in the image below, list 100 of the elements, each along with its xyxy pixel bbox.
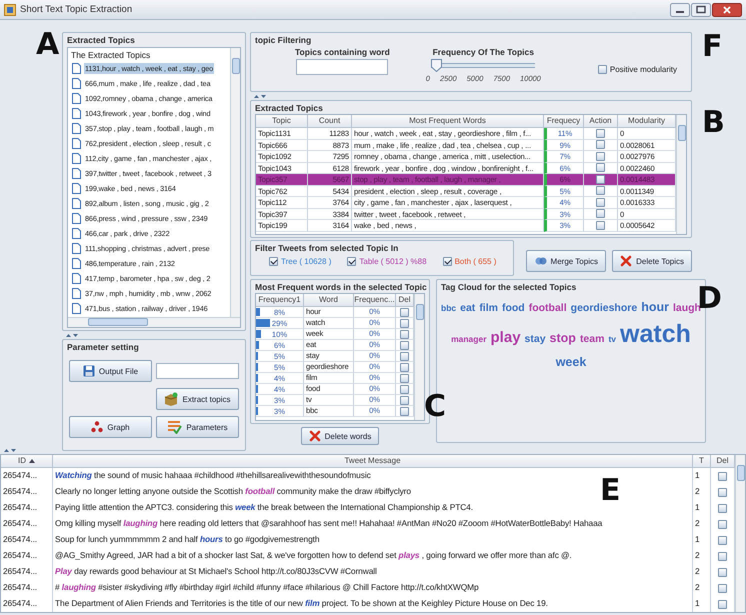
document-icon bbox=[72, 93, 81, 104]
scrollbar[interactable] bbox=[735, 455, 745, 612]
close-icon[interactable] bbox=[712, 2, 742, 16]
checkbox[interactable] bbox=[400, 340, 409, 350]
tag-word[interactable]: manager bbox=[451, 334, 487, 344]
table-cell: 2 bbox=[693, 516, 711, 532]
tag-word[interactable]: laugh bbox=[672, 302, 701, 314]
checkbox[interactable] bbox=[400, 374, 409, 382]
checkbox[interactable] bbox=[596, 140, 605, 150]
tag-word[interactable]: geordieshore bbox=[570, 302, 638, 314]
column-header[interactable]: Del bbox=[711, 455, 735, 468]
column-header[interactable]: T bbox=[693, 455, 711, 468]
document-icon bbox=[72, 123, 81, 134]
checkbox[interactable] bbox=[400, 406, 409, 416]
checkbox[interactable] bbox=[718, 472, 727, 480]
checkbox[interactable] bbox=[596, 128, 605, 138]
checkbox[interactable] bbox=[400, 318, 409, 328]
checkbox[interactable] bbox=[598, 65, 607, 74]
checkbox[interactable] bbox=[400, 352, 409, 360]
column-header[interactable]: Del bbox=[396, 294, 414, 307]
column-header[interactable]: Word bbox=[304, 294, 354, 307]
text-field[interactable] bbox=[296, 59, 388, 75]
tag-word[interactable]: stop bbox=[550, 331, 576, 345]
column-header[interactable]: Action bbox=[584, 115, 618, 128]
minimize-icon[interactable] bbox=[670, 2, 690, 16]
callout-letter: A bbox=[36, 30, 60, 60]
table-cell: Paying little attention the APTC3. considering this week the break between the International Championship & PTC4. bbox=[53, 500, 693, 516]
document-icon bbox=[72, 153, 81, 164]
checkbox[interactable] bbox=[400, 384, 409, 394]
splitter-arrows-icon[interactable] bbox=[254, 94, 266, 98]
checkbox[interactable] bbox=[718, 584, 727, 592]
checkbox[interactable] bbox=[400, 308, 409, 316]
column-header[interactable]: ID bbox=[1, 455, 53, 468]
text-field[interactable] bbox=[156, 363, 239, 379]
tag-word[interactable]: bbc bbox=[441, 303, 456, 313]
checkbox[interactable] bbox=[718, 520, 727, 528]
button[interactable]: Graph bbox=[69, 416, 152, 438]
checkbox[interactable] bbox=[718, 568, 727, 576]
tag-word[interactable]: football bbox=[528, 302, 567, 314]
tag-word[interactable]: food bbox=[502, 302, 525, 314]
column-header[interactable]: Most Frequent Words bbox=[352, 115, 544, 128]
slider-thumb[interactable] bbox=[431, 59, 442, 72]
document-icon bbox=[72, 243, 81, 254]
button[interactable]: Output File bbox=[69, 360, 152, 382]
scrollbar[interactable] bbox=[676, 115, 686, 234]
tag-word[interactable]: eat bbox=[460, 302, 476, 314]
panel-title: Tag Cloud for the selected Topics bbox=[441, 282, 576, 292]
checkbox[interactable] bbox=[718, 600, 727, 608]
checkbox[interactable] bbox=[718, 504, 727, 512]
column-header[interactable]: Modularity bbox=[618, 115, 676, 128]
tag-word[interactable]: hour bbox=[641, 300, 669, 314]
table-cell: 265474... bbox=[1, 484, 53, 500]
tag-word[interactable]: week bbox=[556, 355, 586, 369]
table-cell: 1 bbox=[693, 500, 711, 516]
tag-word[interactable]: watch bbox=[620, 320, 691, 349]
button[interactable]: Parameters bbox=[156, 416, 239, 438]
splitter-arrows-icon[interactable] bbox=[66, 332, 78, 338]
tag-word[interactable]: stay bbox=[524, 333, 546, 345]
sort-ascending-icon bbox=[29, 459, 35, 463]
tag-word[interactable]: team bbox=[580, 333, 604, 345]
checkbox[interactable] bbox=[596, 198, 605, 207]
checkbox[interactable] bbox=[596, 174, 605, 184]
column-header[interactable]: Frequency1 bbox=[256, 294, 304, 307]
tag-word[interactable]: tv bbox=[608, 334, 616, 344]
column-header[interactable]: Tweet Message bbox=[53, 455, 693, 468]
checkbox[interactable] bbox=[596, 152, 605, 161]
scrollbar[interactable] bbox=[68, 317, 240, 327]
checkbox[interactable] bbox=[400, 330, 409, 338]
button[interactable]: Delete Topics bbox=[612, 250, 692, 272]
tree-root[interactable]: The Extracted Topics bbox=[68, 49, 154, 61]
button[interactable]: Delete words bbox=[301, 427, 379, 445]
checkbox[interactable] bbox=[596, 209, 605, 218]
checkbox[interactable] bbox=[718, 536, 727, 544]
button[interactable]: Extract topics bbox=[156, 388, 239, 410]
button[interactable]: Merge Topics bbox=[526, 250, 606, 272]
column-header[interactable]: Count bbox=[308, 115, 352, 128]
checkbox[interactable] bbox=[347, 257, 356, 266]
tag-word[interactable]: film bbox=[479, 302, 498, 314]
scrollbar[interactable] bbox=[230, 48, 240, 317]
checkbox[interactable] bbox=[596, 220, 605, 230]
checkbox[interactable] bbox=[596, 186, 605, 196]
checkbox[interactable] bbox=[442, 257, 452, 266]
splitter-arrows-icon[interactable] bbox=[4, 448, 16, 452]
checkbox[interactable] bbox=[400, 396, 409, 404]
document-icon bbox=[72, 138, 81, 149]
checkbox[interactable] bbox=[269, 257, 278, 266]
column-header[interactable]: Topic bbox=[256, 115, 308, 128]
callout-letter: C bbox=[424, 392, 446, 422]
panel-title: Extracted Topics bbox=[255, 103, 323, 113]
checkbox[interactable] bbox=[400, 362, 409, 372]
scrollbar[interactable] bbox=[414, 294, 424, 420]
column-header[interactable]: Frequenc... bbox=[354, 294, 396, 307]
panel-title: Parameter setting bbox=[67, 342, 139, 352]
maximize-icon[interactable] bbox=[691, 2, 711, 16]
checkbox[interactable] bbox=[596, 163, 605, 172]
checkbox[interactable] bbox=[718, 552, 727, 560]
table-cell: Play day rewards good behaviour at St Michael's School http://t.co/80J3sCVW #Cornwall bbox=[53, 564, 693, 580]
tag-word[interactable]: play bbox=[490, 329, 521, 346]
column-header[interactable]: Frequecy bbox=[544, 115, 584, 128]
checkbox[interactable] bbox=[718, 488, 727, 496]
